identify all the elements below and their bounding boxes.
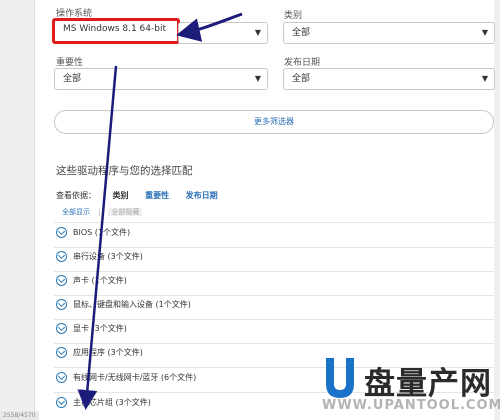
watermark: 盘量产网 WWW.UPANTOOL.COM [318, 356, 500, 420]
u-logo-icon [326, 358, 354, 398]
corner-label: 2558/4570 [0, 411, 39, 420]
arrow-to-os-select [176, 12, 243, 42]
watermark-url: WWW.UPANTOOL.COM [322, 398, 500, 413]
arrow-down-to-chipset [77, 65, 118, 410]
watermark-brand: 盘量产网 [364, 366, 492, 402]
